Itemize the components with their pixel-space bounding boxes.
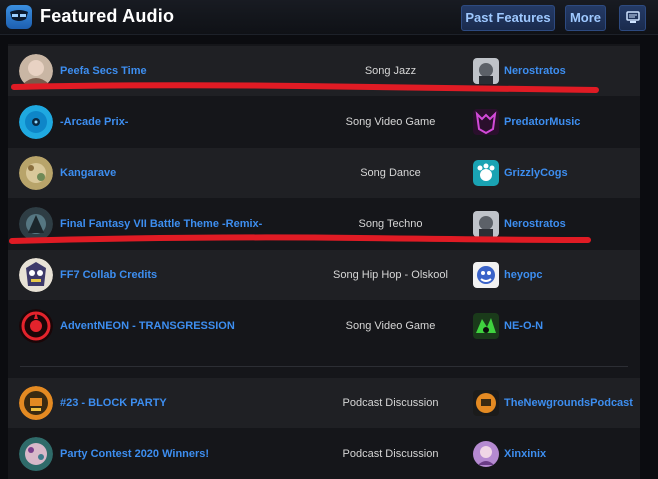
list-item[interactable]: Final Fantasy VII Battle Theme -Remix- S… [8,199,640,249]
track-title-link[interactable]: Kangarave [60,148,116,198]
user-avatar[interactable] [473,390,499,416]
list-item[interactable]: Kangarave Song Dance GrizzlyCogs [8,148,640,198]
user-link[interactable]: heyopc [504,250,543,300]
track-thumbnail[interactable] [19,309,53,343]
header-bar: Featured Audio Past Features More [0,0,658,35]
user-link[interactable]: NE-O-N [504,301,543,351]
newgrounds-logo-icon[interactable] [6,5,32,29]
user-link[interactable]: Nerostratos [504,46,566,96]
list-item[interactable]: #23 - BLOCK PARTY Podcast Discussion The… [8,378,640,428]
user-avatar[interactable] [473,313,499,339]
track-thumbnail[interactable] [19,105,53,139]
track-thumbnail[interactable] [19,156,53,190]
user-link[interactable]: PredatorMusic [504,97,580,147]
featured-audio-list: Peefa Secs Time Song Jazz Nerostratos -A… [8,44,640,479]
more-button[interactable]: More [565,5,606,31]
user-avatar[interactable] [473,211,499,237]
podcast-thumbnail[interactable] [19,437,53,471]
track-title-link[interactable]: FF7 Collab Credits [60,250,157,300]
scrollbar-track[interactable] [644,44,658,470]
menu-icon [625,11,640,23]
track-thumbnail[interactable] [19,207,53,241]
track-title-link[interactable]: -Arcade Prix- [60,97,128,147]
user-avatar[interactable] [473,262,499,288]
page-title: Featured Audio [40,6,175,26]
past-features-button[interactable]: Past Features [461,5,555,31]
user-avatar[interactable] [473,160,499,186]
list-item[interactable]: Party Contest 2020 Winners! Podcast Disc… [8,429,640,479]
podcast-title-link[interactable]: Party Contest 2020 Winners! [60,429,209,479]
user-link[interactable]: Xinxinix [504,429,546,479]
list-item[interactable]: AdventNEON - TRANSGRESSION Song Video Ga… [8,301,640,351]
track-title-link[interactable]: AdventNEON - TRANSGRESSION [60,301,235,351]
track-thumbnail[interactable] [19,258,53,292]
list-item[interactable]: -Arcade Prix- Song Video Game PredatorMu… [8,97,640,147]
user-avatar[interactable] [473,58,499,84]
user-avatar[interactable] [473,441,499,467]
track-title-link[interactable]: Final Fantasy VII Battle Theme -Remix- [60,199,262,249]
podcast-thumbnail[interactable] [19,386,53,420]
podcast-title-link[interactable]: #23 - BLOCK PARTY [60,378,167,428]
list-item[interactable]: FF7 Collab Credits Song Hip Hop - Olskoo… [8,250,640,300]
menu-button[interactable] [619,5,646,31]
user-avatar[interactable] [473,109,499,135]
list-item[interactable]: Peefa Secs Time Song Jazz Nerostratos [8,46,640,96]
track-title-link[interactable]: Peefa Secs Time [60,46,147,96]
track-thumbnail[interactable] [19,54,53,88]
user-link[interactable]: GrizzlyCogs [504,148,568,198]
section-divider [20,366,628,367]
user-link[interactable]: TheNewgroundsPodcast [504,378,633,428]
user-link[interactable]: Nerostratos [504,199,566,249]
